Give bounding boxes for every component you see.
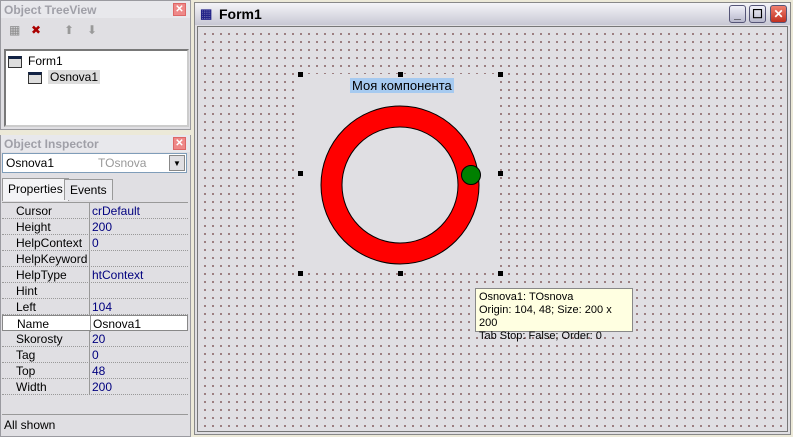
property-row-helpcontext[interactable]: HelpContext 0 — [2, 235, 188, 251]
osnova1-component[interactable]: Моя компонента — [300, 74, 500, 273]
ring-inner-edge — [341, 126, 459, 244]
property-row-cursor[interactable]: Cursor crDefault — [2, 203, 188, 219]
property-name: Height — [16, 220, 51, 234]
property-value[interactable]: crDefault — [89, 203, 188, 219]
property-value[interactable]: 20 — [89, 331, 188, 347]
property-value[interactable]: Osnova1 — [90, 316, 189, 332]
close-icon[interactable]: ✕ — [173, 3, 186, 16]
treeview-title: Object TreeView ✕ — [1, 1, 190, 18]
property-name: Width — [16, 380, 47, 394]
property-row-hint[interactable]: Hint — [2, 283, 188, 299]
property-name: Cursor — [16, 204, 53, 218]
property-name: Left — [16, 300, 37, 314]
minimize-button[interactable]: _ — [729, 5, 746, 23]
property-name: Skorosty — [16, 332, 63, 346]
property-name: Hint — [16, 284, 38, 298]
component-icon — [28, 71, 42, 84]
property-value[interactable]: 104 — [89, 299, 188, 315]
arrow-down-icon[interactable]: ⬇ — [87, 23, 97, 37]
resize-handle[interactable] — [398, 271, 403, 276]
property-row-height[interactable]: Height 200 — [2, 219, 188, 235]
property-row-left[interactable]: Left 104 — [2, 299, 188, 315]
property-row-name[interactable]: Name Osnova1 — [2, 315, 189, 332]
tree: Form1 Osnova1 — [4, 49, 189, 127]
resize-handle[interactable] — [298, 171, 303, 176]
property-name: HelpKeyword — [16, 252, 88, 266]
app-icon: ▦ — [200, 6, 213, 21]
property-value[interactable]: 0 — [89, 347, 188, 363]
ring — [321, 106, 479, 264]
tab-properties[interactable]: Properties — [2, 178, 69, 201]
delete-item-icon[interactable]: ✖ — [31, 23, 41, 37]
property-row-helptype[interactable]: HelpType htContext — [2, 267, 188, 283]
property-name: Name — [17, 317, 50, 331]
resize-handle[interactable] — [498, 72, 503, 77]
component-tooltip: Osnova1: TOsnova Origin: 104, 48; Size: … — [475, 288, 633, 342]
property-value[interactable] — [89, 283, 188, 299]
property-value[interactable] — [89, 251, 188, 267]
resize-handle[interactable] — [298, 271, 303, 276]
property-value[interactable]: 0 — [89, 235, 188, 251]
property-value[interactable]: 200 — [89, 379, 188, 395]
close-button[interactable]: ✕ — [770, 5, 787, 23]
property-value[interactable]: 200 — [89, 219, 188, 235]
moving-dot — [461, 165, 481, 185]
property-row-helpkeyword[interactable]: HelpKeyword — [2, 251, 188, 267]
inspector-title: Object Inspector ✕ — [1, 135, 190, 152]
treeview-toolbar: ▦ ✖ ⬆ ⬇ — [1, 18, 190, 44]
form-icon — [8, 55, 22, 68]
new-item-icon[interactable]: ▦ — [9, 23, 20, 37]
tree-node-form1[interactable]: Form1 — [8, 53, 63, 69]
property-row-top[interactable]: Top 48 — [2, 363, 188, 379]
resize-handle[interactable] — [498, 271, 503, 276]
arrow-up-icon[interactable]: ⬆ — [64, 23, 74, 37]
form-titlebar: ▦ Form1 _ ☐ ✕ — [195, 3, 790, 25]
status-bar: All shown — [2, 414, 188, 433]
tab-events[interactable]: Events — [64, 179, 113, 200]
property-row-width[interactable]: Width 200 — [2, 379, 188, 395]
property-name: HelpContext — [16, 236, 83, 250]
resize-handle[interactable] — [498, 171, 503, 176]
tree-node-osnova1[interactable]: Osnova1 — [28, 69, 101, 85]
property-name: HelpType — [16, 268, 67, 282]
property-grid: Cursor crDefault Height 200 HelpContext 0 Help… — [2, 202, 188, 412]
chevron-down-icon[interactable]: ▼ — [169, 155, 185, 171]
property-value[interactable]: 48 — [89, 363, 188, 379]
object-selector[interactable]: Osnova1 TOsnova ▼ — [2, 153, 187, 173]
resize-handle[interactable] — [298, 72, 303, 77]
property-name: Tag — [16, 348, 36, 362]
property-row-skorosty[interactable]: Skorosty 20 — [2, 331, 188, 347]
property-row-tag[interactable]: Tag 0 — [2, 347, 188, 363]
object-treeview-panel: Object TreeView ✕ ▦ ✖ ⬆ ⬇ Form1 Osnova1 — [0, 0, 191, 130]
property-name: Top — [16, 364, 36, 378]
close-icon[interactable]: ✕ — [173, 137, 186, 150]
maximize-button[interactable]: ☐ — [749, 5, 766, 23]
property-value[interactable]: htContext — [89, 267, 188, 283]
resize-handle[interactable] — [398, 72, 403, 77]
